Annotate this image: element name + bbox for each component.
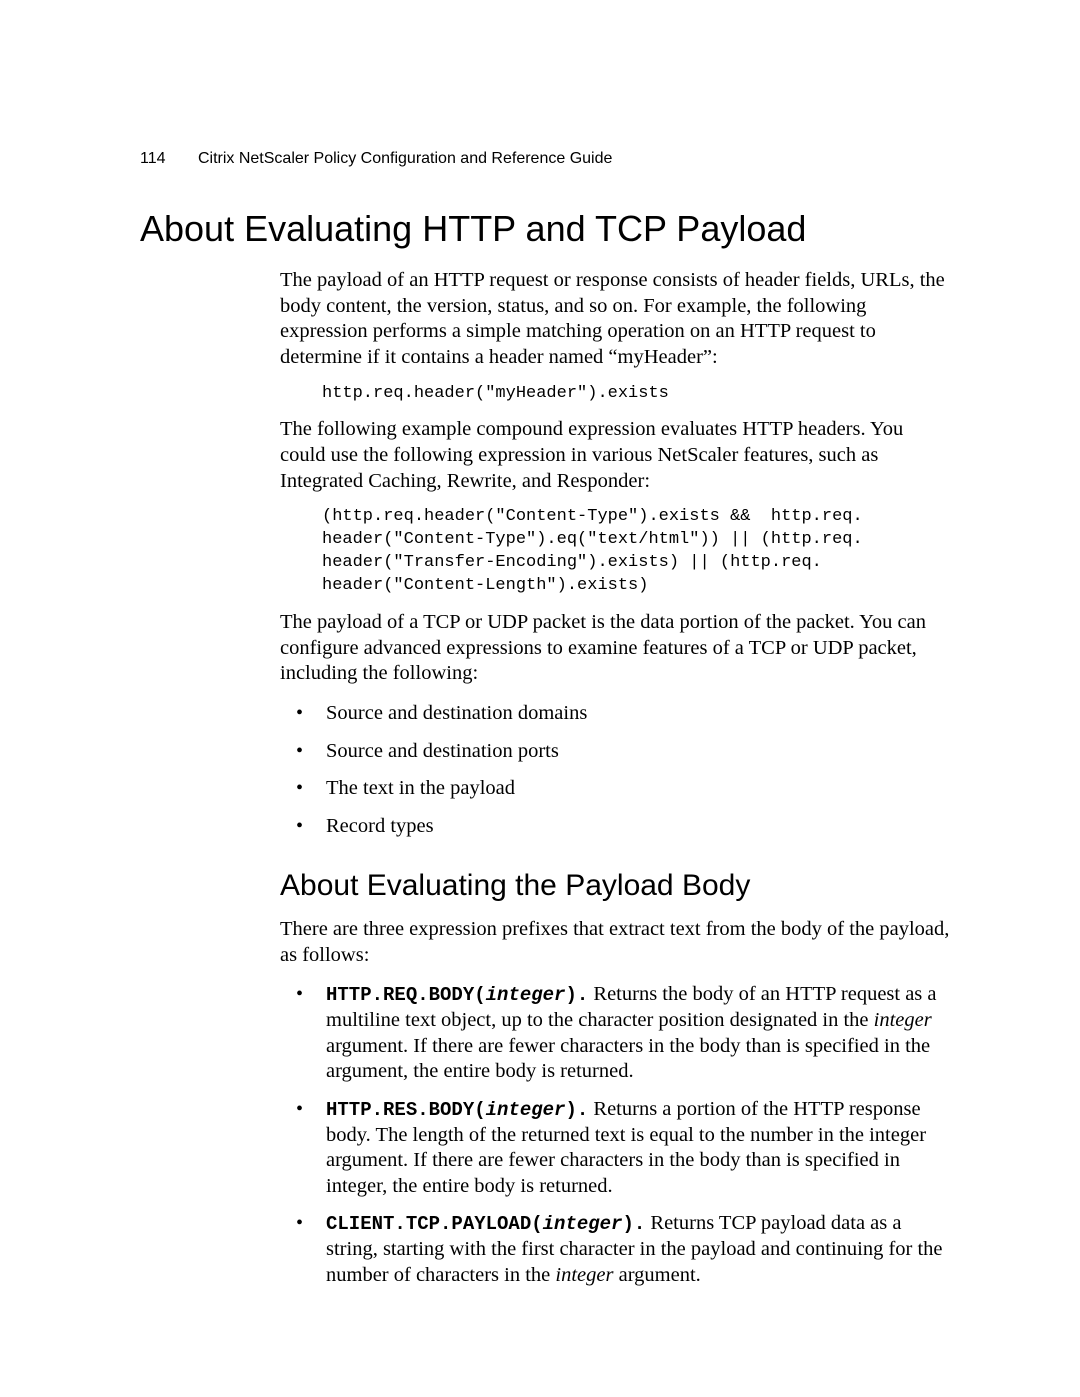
list-item: Record types — [308, 814, 950, 840]
list-item: HTTP.RES.BODY(integer). Returns a portio… — [308, 1097, 950, 1200]
code-sample-2: (http.req.header("Content-Type").exists … — [322, 506, 950, 598]
list-item: The text in the payload — [308, 776, 950, 802]
subsection-intro: There are three expression prefixes that… — [280, 917, 950, 968]
list-item: CLIENT.TCP.PAYLOAD(integer). Returns TCP… — [308, 1211, 950, 1288]
page-title: About Evaluating HTTP and TCP Payload — [140, 208, 950, 250]
paragraph-3: The payload of a TCP or UDP packet is th… — [280, 610, 950, 687]
guide-title: Citrix NetScaler Policy Configuration an… — [198, 150, 612, 167]
list-item: Source and destination ports — [308, 739, 950, 765]
definition-list: HTTP.REQ.BODY(integer). Returns the body… — [280, 982, 950, 1288]
code-prefix: CLIENT.TCP.PAYLOAD(integer). — [326, 1213, 645, 1235]
intro-paragraph: The payload of an HTTP request or respon… — [280, 268, 950, 371]
running-header: 114 Citrix NetScaler Policy Configuratio… — [140, 150, 950, 168]
feature-list: Source and destination domains Source an… — [280, 701, 950, 840]
page-root: 114 Citrix NetScaler Policy Configuratio… — [0, 0, 1080, 1376]
page-number: 114 — [140, 150, 166, 168]
list-item: HTTP.REQ.BODY(integer). Returns the body… — [308, 982, 950, 1085]
code-prefix: HTTP.REQ.BODY(integer). — [326, 984, 588, 1006]
section-subtitle: About Evaluating the Payload Body — [280, 867, 950, 905]
code-sample-1: http.req.header("myHeader").exists — [322, 383, 950, 406]
body-content: The payload of an HTTP request or respon… — [280, 268, 950, 1288]
list-item: Source and destination domains — [308, 701, 950, 727]
code-prefix: HTTP.RES.BODY(integer). — [326, 1099, 588, 1121]
paragraph-2: The following example compound expressio… — [280, 417, 950, 494]
